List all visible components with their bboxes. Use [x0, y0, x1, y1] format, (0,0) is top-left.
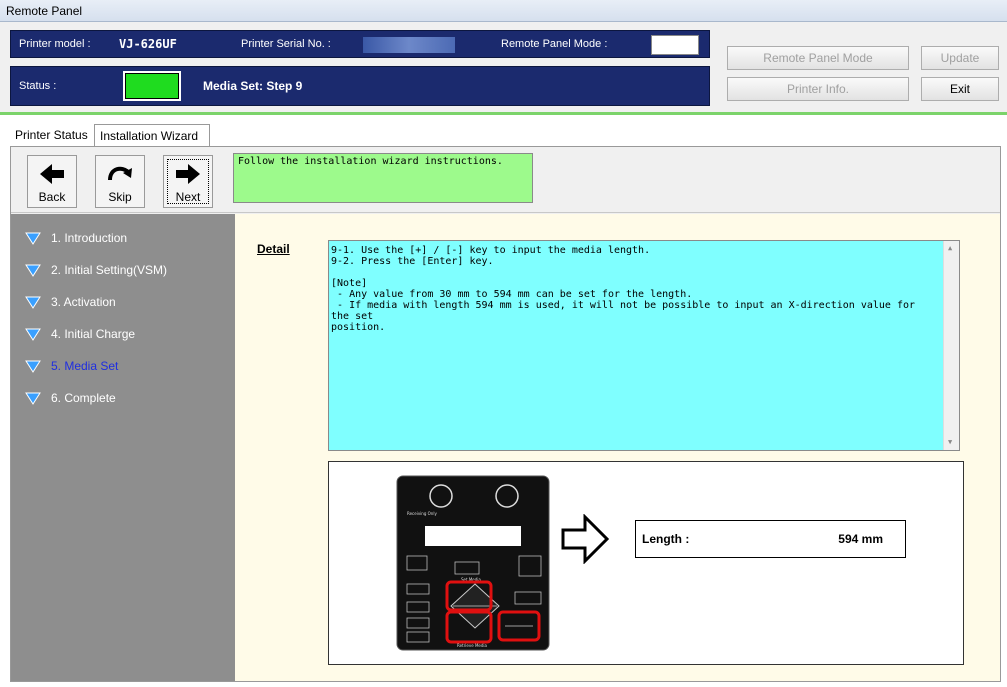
next-button[interactable]: Next [163, 155, 213, 208]
remote-mode-label: Remote Panel Mode : [501, 38, 608, 50]
tab-installation-wizard[interactable]: Installation Wizard [94, 124, 210, 146]
printer-model-label: Printer model : [19, 38, 91, 50]
wizard-message: Follow the installation wizard instructi… [233, 153, 533, 203]
triangle-down-icon [25, 392, 41, 405]
header-accent-line [0, 112, 1007, 115]
step-media-set[interactable]: 5. Media Set [11, 356, 235, 388]
printer-info-button[interactable]: Printer Info. [727, 77, 909, 101]
back-button[interactable]: Back [27, 155, 77, 208]
panel-label-receiving: Receiving Only [407, 511, 437, 516]
step-label: 5. Media Set [51, 359, 119, 373]
next-label: Next [175, 190, 201, 204]
tab-printer-status[interactable]: Printer Status [10, 124, 94, 146]
instruction-illustration: Receiving Only Set Media Retrieve Media [328, 461, 964, 665]
triangle-down-icon [25, 328, 41, 341]
wizard-content: Detail 9-1. Use the [+] / [-] key to inp… [235, 214, 1000, 681]
status-row: Status : Media Set: Step 9 [10, 66, 710, 106]
step-complete[interactable]: 6. Complete [11, 388, 235, 420]
step-label: 6. Complete [51, 391, 116, 405]
step-label: 3. Activation [51, 295, 116, 309]
header-panel: Printer model : VJ-626UF Printer Serial … [0, 22, 1007, 115]
skip-curve-icon [108, 166, 132, 181]
detail-scrollbar[interactable]: ▲ ▼ [943, 241, 959, 450]
scroll-up-icon[interactable]: ▲ [948, 243, 952, 254]
arrow-right-outline-icon [561, 514, 609, 564]
length-display: Length : 594 mm [635, 520, 906, 558]
triangle-down-icon [25, 360, 41, 373]
printer-model-value: VJ-626UF [119, 37, 177, 51]
wizard-frame: Back Skip Next Follow the installation w… [10, 146, 1001, 682]
panel-label-retrieve-media: Retrieve Media [457, 643, 488, 648]
step-label: 1. Introduction [51, 231, 128, 245]
update-button[interactable]: Update [921, 46, 999, 70]
serial-label: Printer Serial No. : [241, 38, 331, 50]
remote-mode-indicator [651, 35, 699, 55]
skip-button[interactable]: Skip [95, 155, 145, 208]
detail-text: 9-1. Use the [+] / [-] key to input the … [331, 245, 915, 333]
triangle-down-icon [25, 296, 41, 309]
step-activation[interactable]: 3. Activation [11, 292, 235, 324]
triangle-down-icon [25, 232, 41, 245]
arrow-left-icon [40, 164, 64, 184]
exit-button[interactable]: Exit [921, 77, 999, 101]
step-introduction[interactable]: 1. Introduction [11, 228, 235, 260]
serial-number-masked [363, 37, 455, 53]
triangle-down-icon [25, 264, 41, 277]
skip-label: Skip [108, 190, 132, 204]
status-text: Media Set: Step 9 [203, 79, 303, 93]
wizard-toolbar: Back Skip Next Follow the installation w… [11, 149, 1000, 213]
detail-textbox[interactable]: 9-1. Use the [+] / [-] key to input the … [328, 240, 960, 451]
step-label: 4. Initial Charge [51, 327, 136, 341]
length-label: Length : [642, 532, 690, 546]
arrow-right-icon [176, 164, 200, 184]
window-title-bar: Remote Panel [0, 0, 1007, 22]
step-initial-setting[interactable]: 2. Initial Setting(VSM) [11, 260, 235, 292]
status-label: Status : [19, 80, 57, 92]
step-initial-charge[interactable]: 4. Initial Charge [11, 324, 235, 356]
back-label: Back [38, 190, 66, 204]
printer-info-row: Printer model : VJ-626UF Printer Serial … [10, 30, 710, 58]
scroll-down-icon[interactable]: ▼ [948, 437, 952, 448]
status-indicator [123, 71, 181, 101]
window-title: Remote Panel [6, 4, 83, 18]
remote-panel-mode-button[interactable]: Remote Panel Mode [727, 46, 909, 70]
step-label: 2. Initial Setting(VSM) [51, 263, 168, 277]
wizard-steps-sidebar: 1. Introduction 2. Initial Setting(VSM) … [11, 214, 235, 681]
detail-label: Detail [257, 242, 290, 256]
control-panel-image: Receiving Only Set Media Retrieve Media [396, 475, 550, 651]
length-value: 594 mm [838, 532, 883, 546]
